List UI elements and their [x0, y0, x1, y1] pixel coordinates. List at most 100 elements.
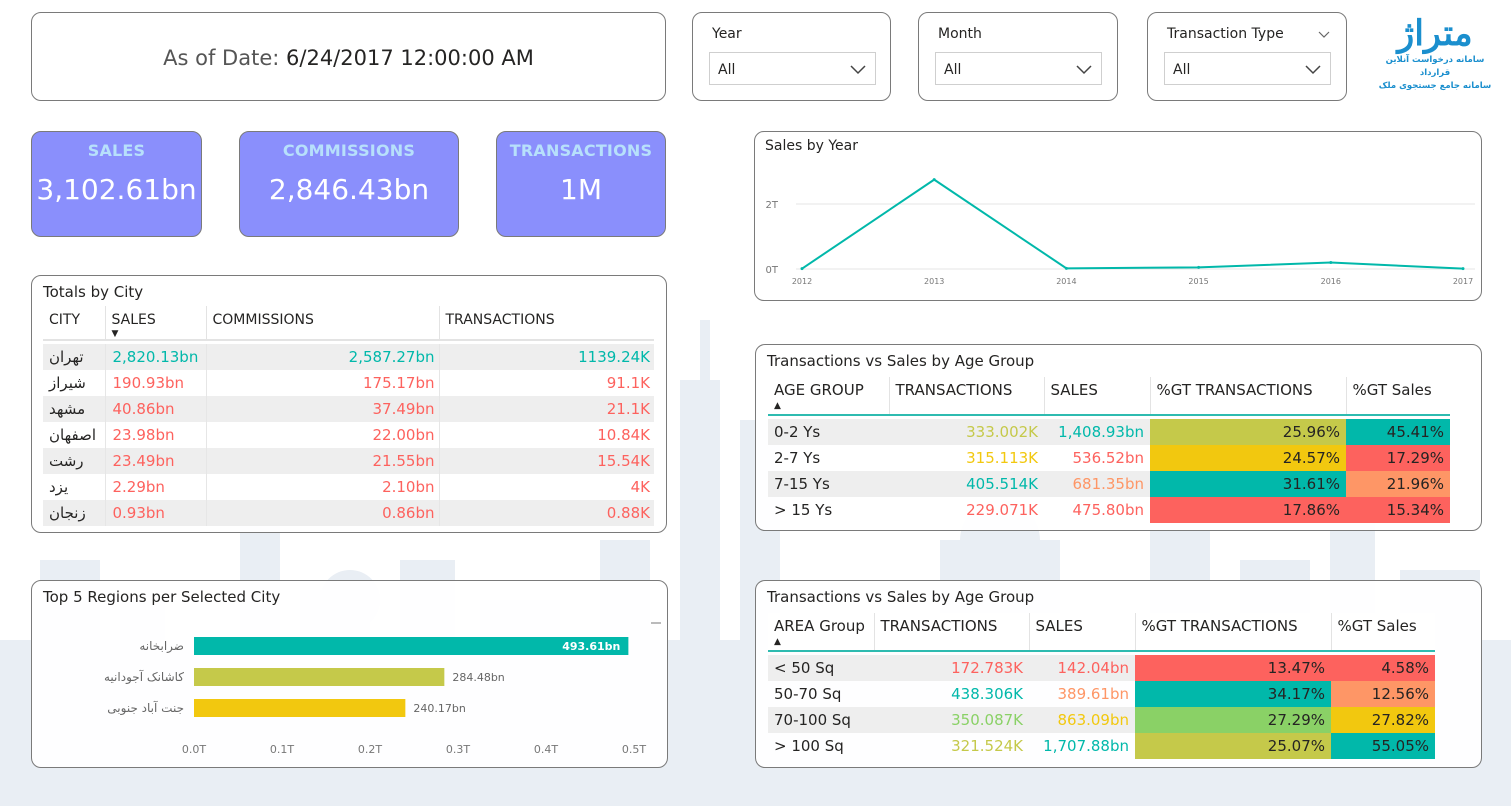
- city-cell: تهران: [49, 348, 84, 366]
- table-row[interactable]: > 100 Sq 321.524K 1,707.88bn 25.07% 55.05%: [768, 733, 1435, 759]
- sales-kpi-value: 3,102.61bn: [36, 173, 197, 206]
- scroll-handle[interactable]: [651, 622, 661, 624]
- metraj-logo: متراژ سامانه درخواست آنلاین قرارداد ساما…: [1370, 14, 1500, 104]
- table-row[interactable]: تهران 2,820.13bn 2,587.27bn 1139.24K: [43, 344, 654, 370]
- commissions-kpi-value: 2,846.43bn: [268, 173, 430, 206]
- line-point[interactable]: [800, 267, 804, 271]
- city-cell: مشهد: [49, 400, 86, 418]
- line-point[interactable]: [1197, 265, 1201, 269]
- column-header-gt-sales[interactable]: %GT Sales: [1330, 613, 1435, 652]
- column-header-area-group[interactable]: AREA Group ▲: [768, 613, 874, 652]
- gt-transactions-cell: 17.86%: [1150, 497, 1346, 523]
- sales-line[interactable]: [801, 178, 1464, 270]
- transactions-cell: 229.071K: [966, 501, 1038, 519]
- table-row[interactable]: شیراز 190.93bn 175.17bn 91.1K: [43, 370, 654, 396]
- transactions-kpi-card: TRANSACTIONS 1M: [496, 131, 666, 237]
- table-row[interactable]: 0-2 Ys 333.002K 1,408.93bn 25.96% 45.41%: [768, 419, 1450, 445]
- commissions-cell: 2,587.27bn: [205, 344, 439, 370]
- as-of-date-card: As of Date: 6/24/2017 12:00:00 AM: [31, 12, 666, 101]
- gt-sales-cell: 21.96%: [1346, 471, 1450, 497]
- column-header-gt-sales[interactable]: %GT Sales: [1345, 377, 1450, 416]
- table-row[interactable]: 70-100 Sq 350.087K 863.09bn 27.29% 27.82%: [768, 707, 1435, 733]
- column-header-transactions[interactable]: TRANSACTIONS: [888, 377, 1044, 416]
- transactions-cell: 321.524K: [951, 737, 1023, 755]
- as-of-date-value: 6/24/2017 12:00:00 AM: [286, 46, 534, 70]
- table-row[interactable]: 7-15 Ys 405.514K 681.35bn 31.61% 21.96%: [768, 471, 1450, 497]
- x-tick-label: 0.1T: [270, 743, 294, 756]
- area-group-title: Transactions vs Sales by Age Group: [767, 588, 1035, 606]
- column-header-city[interactable]: CITY: [43, 306, 105, 341]
- age-group-title: Transactions vs Sales by Age Group: [767, 352, 1035, 370]
- column-header-transactions[interactable]: TRANSACTIONS: [873, 613, 1029, 652]
- x-tick-label: 0.2T: [358, 743, 382, 756]
- line-point[interactable]: [932, 178, 936, 182]
- table-row[interactable]: یزد 2.29bn 2.10bn 4K: [43, 474, 654, 500]
- sales-cell: 190.93bn: [104, 370, 206, 396]
- city-cell: یزد: [49, 478, 69, 496]
- x-tick-label: 0.4T: [534, 743, 558, 756]
- column-header-age-group[interactable]: AGE GROUP ▲: [768, 377, 889, 416]
- table-row[interactable]: 50-70 Sq 438.306K 389.61bn 34.17% 12.56%: [768, 681, 1435, 707]
- group-cell: 2-7 Ys: [774, 449, 821, 467]
- sales-cell: 1,408.93bn: [1044, 419, 1150, 445]
- column-header-commissions[interactable]: COMMISSIONS: [205, 306, 439, 341]
- transaction-type-slicer: Transaction Type All: [1147, 12, 1347, 101]
- sales-cell: 536.52bn: [1072, 449, 1144, 467]
- x-tick-label: 2017: [1453, 277, 1473, 286]
- chevron-down-icon[interactable]: [1318, 28, 1330, 40]
- totals-by-city-table: CITY SALES ▼ COMMISSIONS TRANSACTIONS تهر…: [43, 306, 654, 526]
- group-cell: 70-100 Sq: [768, 707, 874, 733]
- x-tick-label: 2013: [924, 277, 944, 286]
- transactions-cell: 15.54K: [438, 448, 654, 474]
- month-dropdown[interactable]: All: [935, 52, 1102, 85]
- transaction-type-dropdown[interactable]: All: [1164, 52, 1331, 85]
- transaction-type-slicer-label: Transaction Type: [1167, 26, 1284, 42]
- region-bar[interactable]: [194, 668, 445, 686]
- table-row[interactable]: اصفهان 23.98bn 22.00bn 10.84K: [43, 422, 654, 448]
- sales-kpi-card: SALES 3,102.61bn: [31, 131, 202, 237]
- commissions-cell: 21.55bn: [205, 448, 439, 474]
- totals-by-city-title: Totals by City: [43, 283, 144, 301]
- y-tick-label: 2T: [766, 200, 779, 211]
- age-group-card: Transactions vs Sales by Age Group AGE G…: [755, 344, 1482, 531]
- table-row[interactable]: < 50 Sq 172.783K 142.04bn 13.47% 4.58%: [768, 655, 1435, 681]
- column-header-sales[interactable]: SALES ▼: [104, 306, 206, 341]
- commissions-cell: 2.10bn: [205, 474, 439, 500]
- gt-sales-cell: 17.29%: [1346, 445, 1450, 471]
- table-row[interactable]: 2-7 Ys 315.113K 536.52bn 24.57% 17.29%: [768, 445, 1450, 471]
- sales-cell: 23.98bn: [104, 422, 206, 448]
- transactions-cell: 405.514K: [889, 471, 1044, 497]
- column-header-sales[interactable]: SALES: [1043, 377, 1150, 416]
- gt-transactions-cell: 13.47%: [1135, 655, 1331, 681]
- table-row[interactable]: > 15 Ys 229.071K 475.80bn 17.86% 15.34%: [768, 497, 1450, 523]
- gt-sales-cell: 12.56%: [1331, 681, 1435, 707]
- chevron-down-icon: [850, 65, 866, 75]
- logo-name: متراژ: [1397, 13, 1473, 54]
- line-point[interactable]: [1064, 266, 1068, 270]
- as-of-date-label: As of Date:: [163, 46, 280, 70]
- sales-cell: 142.04bn: [1029, 655, 1135, 681]
- group-cell: < 50 Sq: [768, 655, 874, 681]
- chevron-down-icon: [1305, 65, 1321, 75]
- sort-descending-icon: ▼: [111, 329, 119, 339]
- x-tick-label: 2016: [1321, 277, 1341, 286]
- sales-cell: 389.61bn: [1057, 685, 1129, 703]
- sales-by-year-card: Sales by Year 0T 2T 2012 2013 2014 2015 2016 20…: [754, 131, 1482, 301]
- year-dropdown[interactable]: All: [709, 52, 876, 85]
- line-point[interactable]: [1461, 267, 1465, 271]
- commissions-cell: 0.86bn: [205, 500, 439, 526]
- column-header-gt-transactions[interactable]: %GT TRANSACTIONS: [1134, 613, 1331, 652]
- column-header-sales[interactable]: SALES: [1028, 613, 1135, 652]
- sales-cell: 681.35bn: [1044, 471, 1150, 497]
- region-bar[interactable]: [194, 699, 406, 717]
- group-cell: > 15 Ys: [774, 501, 833, 519]
- column-header-transactions[interactable]: TRANSACTIONS: [438, 306, 654, 341]
- line-point[interactable]: [1329, 261, 1333, 264]
- table-row[interactable]: زنجان 0.93bn 0.86bn 0.88K: [43, 500, 654, 526]
- table-row[interactable]: مشهد 40.86bn 37.49bn 21.1K: [43, 396, 654, 422]
- table-row[interactable]: رشت 23.49bn 21.55bn 15.54K: [43, 448, 654, 474]
- transactions-cell: 315.113K: [966, 449, 1038, 467]
- transactions-cell: 333.002K: [889, 419, 1044, 445]
- transactions-cell: 91.1K: [438, 370, 654, 396]
- column-header-gt-transactions[interactable]: %GT TRANSACTIONS: [1149, 377, 1346, 416]
